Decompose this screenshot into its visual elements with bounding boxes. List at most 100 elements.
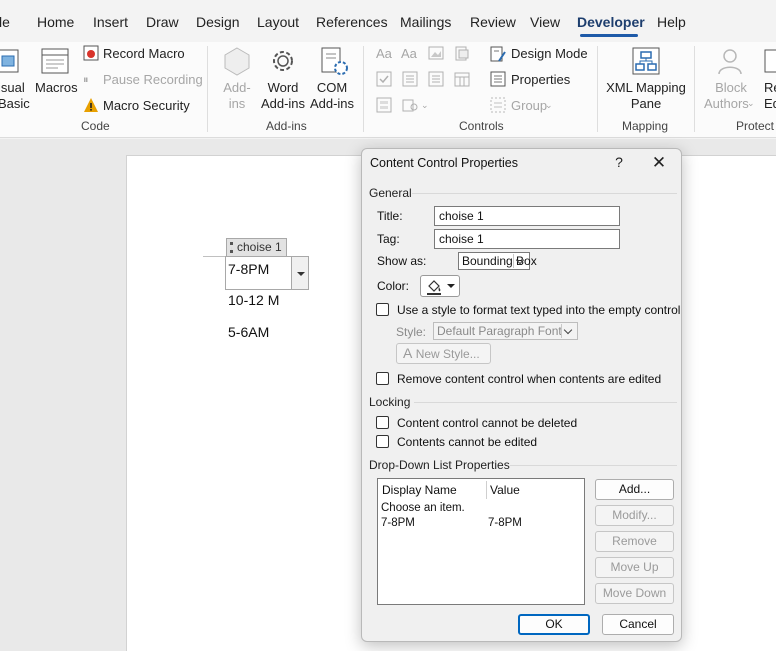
restrict-editing-icon — [764, 49, 776, 73]
paint-bucket-icon — [427, 280, 441, 295]
menu-draw[interactable]: Draw — [146, 14, 179, 30]
section-dropdown-list: Drop-Down List Properties — [369, 458, 510, 472]
plain-text-control-icon[interactable]: Aa — [401, 46, 417, 62]
menu-layout[interactable]: Layout — [257, 14, 299, 30]
section-general: General — [369, 186, 412, 200]
menu-file[interactable]: le — [0, 14, 10, 30]
document-line: 10-12 M — [228, 292, 280, 308]
column-header-value[interactable]: Value — [490, 483, 520, 497]
menu-insert[interactable]: Insert — [93, 14, 128, 30]
dropdown-content-control[interactable]: 7-8PM — [225, 256, 309, 290]
checkbox-control-icon[interactable] — [376, 71, 392, 87]
content-control-title-tab[interactable]: choise 1 — [226, 238, 287, 256]
cannot-edit-checkbox[interactable] — [376, 435, 389, 448]
group-icon — [490, 97, 506, 113]
menu-bar: le Home Insert Draw Design Layout Refere… — [0, 0, 776, 42]
content-control-guide — [203, 256, 225, 257]
show-as-label: Show as: — [377, 254, 427, 268]
gear-icon — [273, 51, 293, 71]
menu-help[interactable]: Help — [657, 14, 686, 30]
warning-icon — [84, 98, 98, 112]
cannot-delete-label: Content control cannot be deleted — [397, 416, 578, 430]
section-divider — [412, 193, 677, 194]
ok-button[interactable]: OK — [518, 614, 590, 635]
tag-input[interactable]: choise 1 — [434, 229, 620, 249]
pause-icon: ⏸ — [83, 74, 89, 86]
menu-review[interactable]: Review — [470, 14, 516, 30]
content-control-value: 7-8PM — [228, 261, 270, 277]
menu-view[interactable]: View — [530, 14, 560, 30]
color-picker-button[interactable] — [420, 275, 460, 297]
column-header-display-name[interactable]: Display Name — [382, 483, 457, 497]
grip-icon[interactable] — [230, 242, 233, 253]
group-label-code: Code — [81, 119, 110, 133]
style-label: Style: — [396, 325, 427, 339]
use-style-label: Use a style to format text typed into th… — [397, 303, 681, 317]
group-label-mapping: Mapping — [622, 119, 669, 133]
legacy-tools-icon[interactable] — [402, 97, 418, 113]
content-control-properties-dialog: Content Control Properties ? ✕ General T… — [361, 148, 682, 642]
chevron-down-icon: ⌄ — [545, 100, 553, 110]
chevron-down-icon — [561, 324, 575, 338]
move-up-button[interactable]: Move Up — [595, 557, 674, 578]
style-select[interactable]: Default Paragraph Font — [433, 322, 578, 340]
chevron-down-icon: ⌄ — [747, 98, 755, 108]
section-divider — [414, 402, 677, 403]
xml-mapping-icon — [632, 47, 660, 75]
visual-basic-icon — [0, 49, 19, 73]
building-block-control-icon[interactable] — [454, 46, 470, 62]
menu-developer[interactable]: Developer — [577, 14, 645, 30]
remove-cc-label: Remove content control when contents are… — [397, 372, 662, 386]
block-authors-icon — [718, 49, 742, 75]
cannot-edit-label: Contents cannot be edited — [397, 435, 538, 449]
date-picker-control-icon[interactable] — [454, 71, 470, 87]
title-input[interactable]: choise 1 — [434, 206, 620, 226]
remove-button[interactable]: Remove — [595, 531, 674, 552]
menu-references[interactable]: References — [316, 14, 388, 30]
design-mode-icon — [490, 46, 506, 62]
column-separator[interactable] — [486, 481, 487, 499]
close-icon[interactable]: ✕ — [649, 153, 669, 173]
tag-label: Tag: — [377, 232, 400, 246]
new-style-icon: A — [403, 345, 413, 361]
section-locking: Locking — [369, 395, 411, 409]
modify-button[interactable]: Modify... — [595, 505, 674, 526]
section-divider — [510, 465, 677, 466]
ribbon: isual Basic Macros Record Macro ⏸ Pause … — [0, 42, 776, 138]
hexagon-icon — [224, 47, 250, 76]
properties-icon — [490, 71, 506, 87]
cancel-button[interactable]: Cancel — [602, 614, 674, 635]
ribbon-separator — [694, 46, 695, 132]
add-button[interactable]: Add... — [595, 479, 674, 500]
use-style-checkbox[interactable] — [376, 303, 389, 316]
group-label-controls: Controls — [459, 119, 504, 133]
dropdown-arrow-icon[interactable] — [291, 256, 309, 290]
group-label-addins: Add-ins — [266, 119, 307, 133]
combobox-control-icon[interactable] — [402, 71, 418, 87]
title-label: Title: — [377, 209, 403, 223]
color-label: Color: — [377, 279, 410, 293]
dropdown-list-box[interactable]: Display Name Value Choose an item. 7-8PM… — [377, 478, 585, 605]
menu-mailings[interactable]: Mailings — [400, 14, 451, 30]
picture-control-icon[interactable] — [428, 46, 444, 60]
repeating-section-control-icon[interactable] — [376, 97, 392, 113]
help-icon[interactable]: ? — [609, 154, 629, 172]
macros-icon — [41, 48, 69, 74]
menu-design[interactable]: Design — [196, 14, 240, 30]
remove-cc-checkbox[interactable] — [376, 372, 389, 385]
show-as-select[interactable]: Bounding Box — [458, 252, 537, 270]
active-tab-indicator — [580, 34, 638, 37]
cannot-delete-checkbox[interactable] — [376, 416, 389, 429]
ribbon-separator — [363, 46, 364, 132]
new-style-button[interactable]: A New Style... — [396, 343, 491, 364]
group-label-protect: Protect — [736, 119, 775, 133]
com-addins-icon — [321, 47, 348, 75]
dropdown-control-icon[interactable] — [428, 71, 444, 87]
move-down-button[interactable]: Move Down — [595, 583, 674, 604]
chevron-down-icon[interactable]: ⌄ — [421, 97, 429, 113]
record-macro-icon — [83, 45, 99, 61]
chevron-down-icon — [513, 254, 527, 268]
document-line: 5-6AM — [228, 324, 270, 340]
rich-text-control-icon[interactable]: Aa — [376, 46, 392, 62]
menu-home[interactable]: Home — [37, 14, 74, 30]
